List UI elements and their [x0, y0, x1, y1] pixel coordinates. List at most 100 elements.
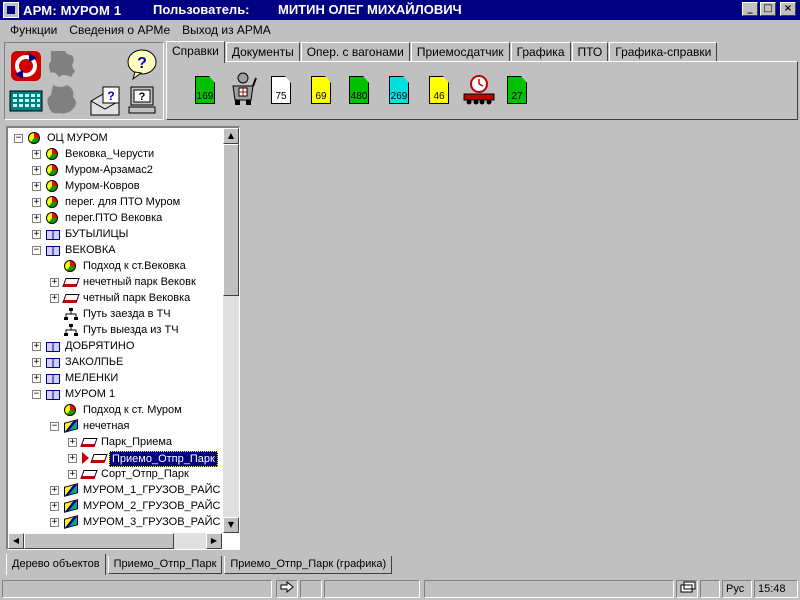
report-69-icon[interactable]: 69 [311, 76, 331, 104]
tree-node[interactable]: + МУРОМ_1_ГРУЗОВ_РАЙС [8, 482, 222, 498]
network-icon [64, 324, 78, 336]
tree-horizontal-scrollbar[interactable]: ◀ ▶ [8, 533, 222, 549]
tab-object-tree[interactable]: Дерево объектов [6, 554, 106, 575]
tree-node[interactable]: + Сорт_Отпр_Парк [8, 466, 222, 482]
expand-toggle[interactable]: + [32, 214, 41, 223]
tree-node[interactable]: + нечетный парк Вековк [8, 274, 222, 290]
puzzle-icon-top[interactable] [45, 47, 79, 81]
menu-exit[interactable]: Выход из АРМА [176, 23, 277, 37]
report-46-icon[interactable]: 46 [429, 76, 449, 104]
expand-toggle[interactable]: + [32, 230, 41, 239]
current-pointer-icon [82, 452, 89, 464]
tab-park-graphics[interactable]: Приемо_Отпр_Парк (графика) [224, 556, 393, 574]
close-button[interactable]: × [780, 2, 796, 16]
tree-node[interactable]: + перег.ПТО Вековка [8, 210, 222, 226]
title-bar[interactable]: АРМ: МУРОМ 1 Пользователь: МИТИН ОЛЕГ МИ… [0, 0, 800, 20]
tree-node[interactable]: + Муром-Ковров [8, 178, 222, 194]
worker-icon[interactable] [229, 72, 257, 106]
tree-node-label: Путь заезда в ТЧ [83, 308, 171, 320]
expand-toggle[interactable]: + [32, 150, 41, 159]
tab-receiver[interactable]: Приемосдатчик [410, 42, 510, 62]
puzzle-icon-bottom[interactable] [45, 83, 79, 117]
report-27-icon[interactable]: 27 [507, 76, 527, 104]
tree-vertical-scrollbar[interactable]: ▲ ▼ [223, 128, 239, 533]
report-269-icon[interactable]: 269 [389, 76, 409, 104]
computer-help-icon[interactable]: ? [127, 83, 161, 117]
tree-node[interactable]: Путь заезда в ТЧ [8, 306, 222, 322]
railcar-icon [62, 278, 80, 287]
expand-toggle[interactable]: + [68, 454, 77, 463]
expand-toggle[interactable]: + [68, 438, 77, 447]
tree-node-label: БУТЫЛИЦЫ [65, 228, 129, 240]
tree-node[interactable]: − ОЦ МУРОМ [8, 130, 222, 146]
tree-node-label: МУРОМ 1 [65, 388, 116, 400]
tree-node[interactable]: + ДОБРЯТИНО [8, 338, 222, 354]
help-icon[interactable]: ? [125, 47, 159, 81]
expand-toggle[interactable]: + [50, 518, 59, 527]
tree-node[interactable]: + МЕЛЕНКИ [8, 370, 222, 386]
scroll-up-button[interactable]: ▲ [223, 128, 239, 144]
expand-toggle[interactable]: + [50, 486, 59, 495]
report-480-icon[interactable]: 480 [349, 76, 369, 104]
minimize-button[interactable]: _ [742, 2, 758, 16]
tree-node-label: МУРОМ_3_ГРУЗОВ_РАЙС [83, 516, 221, 528]
expand-toggle[interactable]: + [32, 374, 41, 383]
tab-wagon-operations[interactable]: Опер. с вагонами [300, 42, 410, 62]
scroll-right-button[interactable]: ▶ [206, 533, 222, 549]
expand-toggle[interactable]: + [50, 502, 59, 511]
tree-node[interactable]: Подход к ст. Муром [8, 402, 222, 418]
tree-node[interactable]: + Муром-Арзамас2 [8, 162, 222, 178]
expand-toggle[interactable]: + [32, 342, 41, 351]
expand-toggle[interactable]: + [32, 358, 41, 367]
tree-node[interactable]: − нечетная [8, 418, 222, 434]
tree-node[interactable]: Путь выезда из ТЧ [8, 322, 222, 338]
collapse-toggle[interactable]: − [14, 134, 23, 143]
calculator-icon[interactable] [9, 83, 43, 117]
report-169-icon[interactable]: 169 [195, 76, 215, 104]
scroll-thumb[interactable] [223, 144, 239, 296]
menu-about[interactable]: Сведения о АРМе [63, 23, 176, 37]
tab-graphics-reports[interactable]: Графика-справки [609, 42, 718, 62]
tree-node[interactable]: − ВЕКОВКА [8, 242, 222, 258]
svg-text:?: ? [107, 89, 114, 103]
status-bar: Рус 15:48 [0, 578, 800, 600]
tab-spravki[interactable]: Справки [166, 41, 225, 63]
station-pie-icon [46, 212, 58, 224]
tab-graphics[interactable]: Графика [510, 42, 571, 62]
scroll-left-button[interactable]: ◀ [8, 533, 24, 549]
object-tree[interactable]: − ОЦ МУРОМ + Вековка_Черусти + Муром-Арзамас2… [6, 126, 240, 550]
tab-pto[interactable]: ПТО [571, 42, 609, 62]
tree-node[interactable]: + МУРОМ_3_ГРУЗОВ_РАЙС [8, 514, 222, 530]
mail-icon[interactable]: ? [89, 85, 123, 119]
expand-toggle[interactable]: + [68, 470, 77, 479]
tree-node[interactable]: − МУРОМ 1 [8, 386, 222, 402]
menu-functions[interactable]: Функции [4, 23, 63, 37]
tree-node[interactable]: + четный парк Вековка [8, 290, 222, 306]
collapse-toggle[interactable]: − [50, 422, 59, 431]
tree-node[interactable]: + МУРОМ_2_ГРУЗОВ_РАЙС [8, 498, 222, 514]
tree-node[interactable]: Подход к ст.Вековка [8, 258, 222, 274]
scroll-down-button[interactable]: ▼ [223, 517, 239, 533]
maximize-button[interactable]: □ [760, 2, 776, 16]
expand-toggle[interactable]: + [32, 182, 41, 191]
tab-park[interactable]: Приемо_Отпр_Парк [107, 556, 223, 574]
collapse-toggle[interactable]: − [32, 246, 41, 255]
tree-node[interactable]: + Парк_Приема [8, 434, 222, 450]
tab-documents[interactable]: Документы [225, 42, 300, 62]
expand-toggle[interactable]: + [50, 278, 59, 287]
tree-node[interactable]: + Вековка_Черусти [8, 146, 222, 162]
expand-toggle[interactable]: + [32, 198, 41, 207]
app-icon[interactable] [3, 2, 19, 18]
tree-node[interactable]: + Приемо_Отпр_Парк [8, 450, 222, 467]
status-clock: 15:48 [754, 580, 798, 598]
tree-node[interactable]: + перег. для ПТО Муром [8, 194, 222, 210]
collapse-toggle[interactable]: − [32, 390, 41, 399]
expand-toggle[interactable]: + [50, 294, 59, 303]
report-75-icon[interactable]: 75 [271, 76, 291, 104]
refresh-icon[interactable] [9, 49, 43, 83]
tree-node[interactable]: + ЗАКОЛПЬЕ [8, 354, 222, 370]
railcar-clock-icon[interactable] [463, 74, 495, 106]
tree-node[interactable]: + БУТЫЛИЦЫ [8, 226, 222, 242]
expand-toggle[interactable]: + [32, 166, 41, 175]
hscroll-thumb[interactable] [24, 533, 174, 549]
